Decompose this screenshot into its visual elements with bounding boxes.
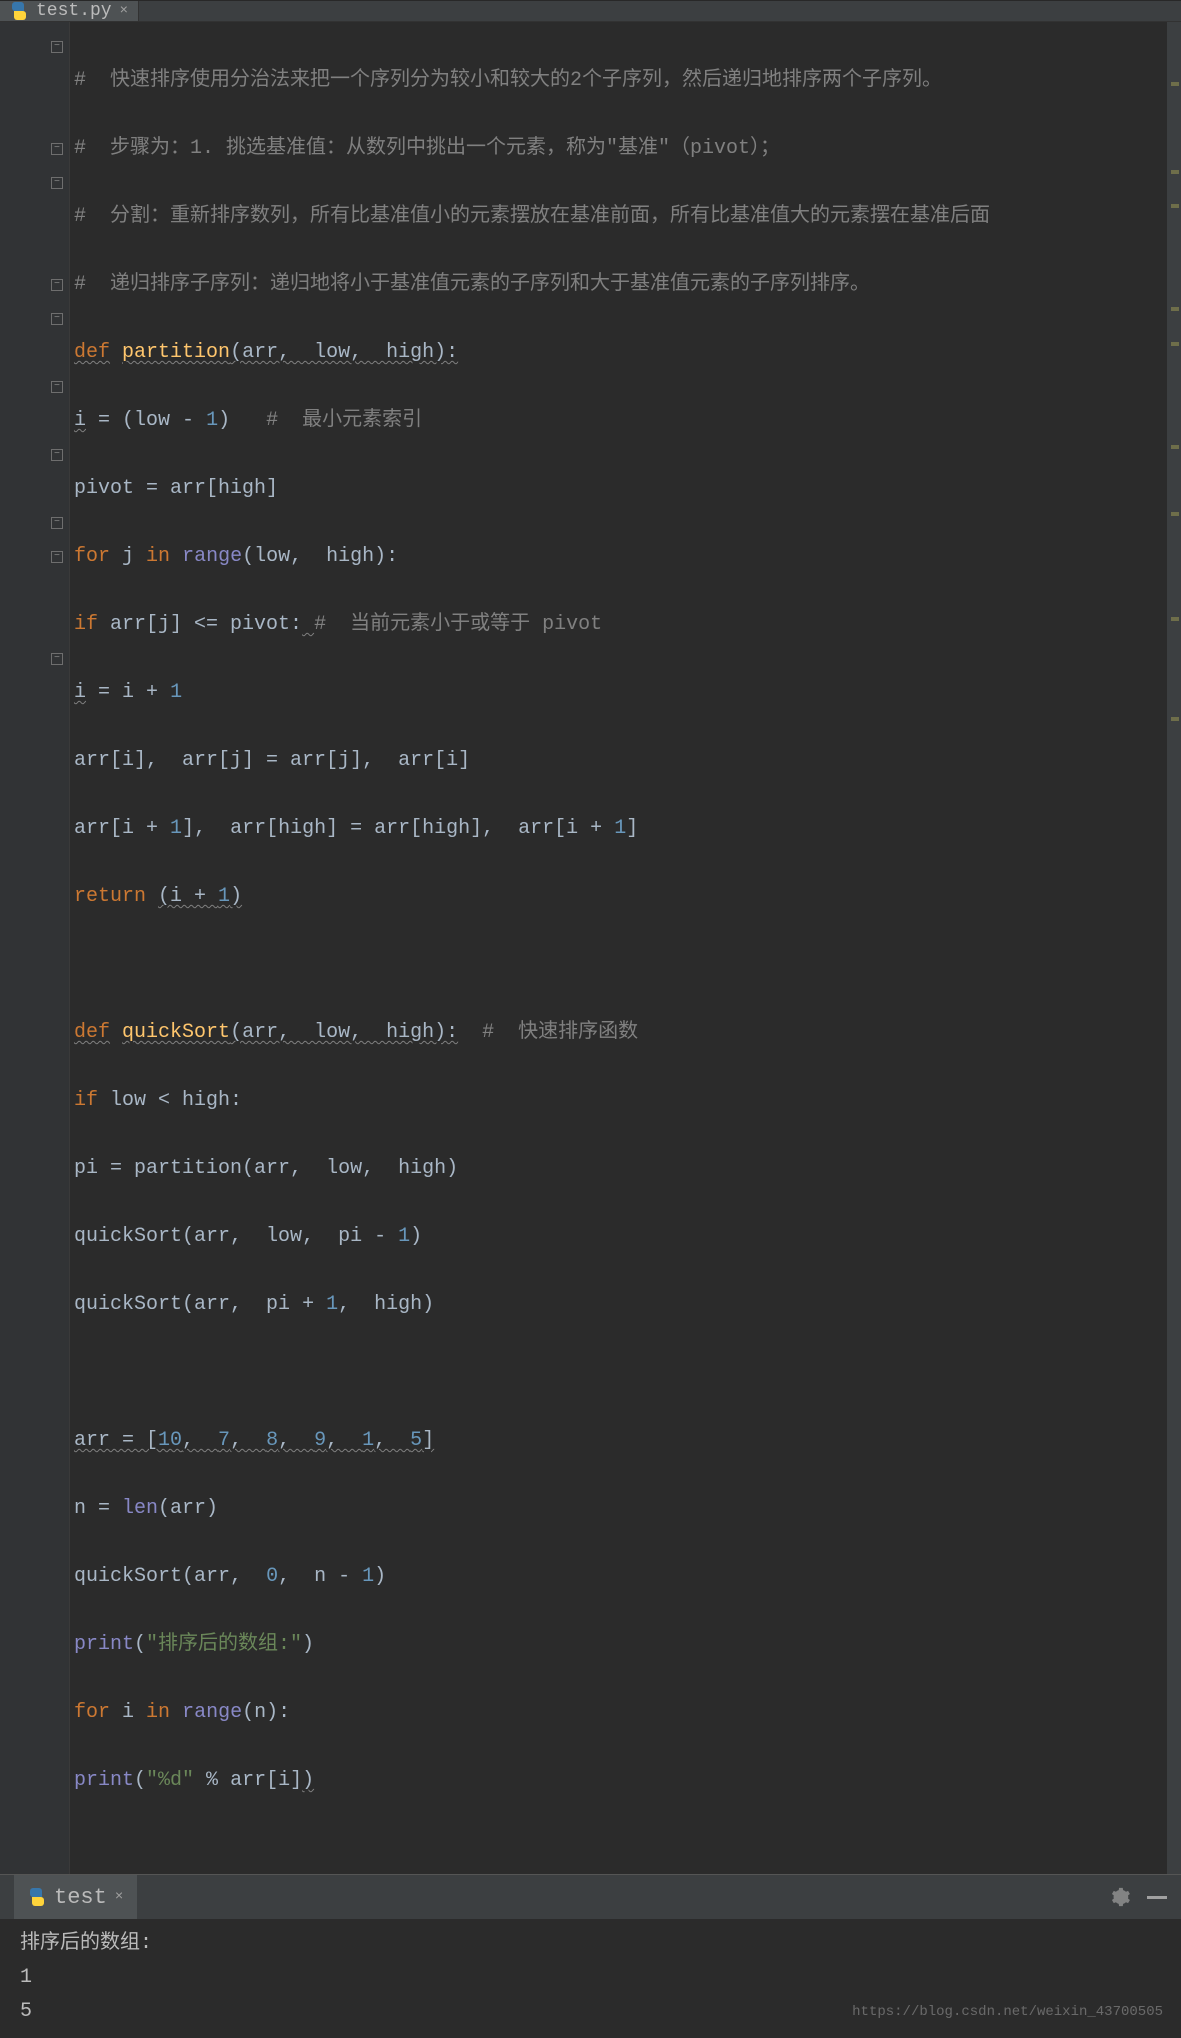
console-tab-test[interactable]: test ×	[14, 1875, 137, 1919]
fold-icon[interactable]: −	[51, 279, 63, 291]
tab-filename: test.py	[36, 1, 112, 21]
fold-icon[interactable]: −	[51, 517, 63, 529]
watermark: https://blog.csdn.net/weixin_43700505	[852, 1995, 1163, 2029]
close-console-tab-icon[interactable]: ×	[115, 1889, 123, 1905]
console-output[interactable]: 排序后的数组: 1 5 https://blog.csdn.net/weixin…	[0, 1919, 1181, 2037]
close-tab-icon[interactable]: ×	[120, 3, 128, 19]
editor-tab-testpy[interactable]: test.py ×	[0, 1, 139, 21]
comment-line: # 递归排序子序列：递归地将小于基准值元素的子序列和大于基准值元素的子序列排序。	[74, 268, 870, 302]
comment-line: # 步骤为：1. 挑选基准值：从数列中挑出一个元素，称为"基准"（pivot）；	[74, 132, 780, 166]
gutter: − − − − − − − − − −	[0, 22, 70, 1874]
editor-tab-bar: test.py ×	[0, 1, 1181, 22]
fold-icon[interactable]: −	[51, 381, 63, 393]
console-tab-label: test	[54, 1885, 107, 1910]
fold-icon[interactable]: −	[51, 313, 63, 325]
console-tab-bar: test ×	[0, 1875, 1181, 1919]
fold-icon[interactable]: −	[51, 449, 63, 461]
settings-icon[interactable]	[1109, 1886, 1131, 1908]
output-line: 排序后的数组:	[20, 1927, 1161, 1961]
fold-icon[interactable]: −	[51, 143, 63, 155]
comment-line: # 分割：重新排序数列，所有比基准值小的元素摆放在基准前面，所有比基准值大的元素…	[74, 200, 990, 234]
fold-icon[interactable]: −	[51, 551, 63, 563]
fold-icon[interactable]: −	[51, 653, 63, 665]
fold-icon[interactable]: −	[51, 177, 63, 189]
code-editor[interactable]: − − − − − − − − − − # 快速排序使用分治法来把一个序列分为较…	[0, 22, 1181, 1874]
output-line: 1	[20, 1961, 1161, 1995]
minimize-icon[interactable]	[1147, 1896, 1167, 1899]
fold-icon[interactable]: −	[51, 41, 63, 53]
python-run-icon	[28, 1888, 46, 1906]
editor-scrollbar[interactable]	[1167, 22, 1181, 1874]
python-file-icon	[10, 2, 28, 20]
run-tool-window: test × 排序后的数组: 1 5 https://blog.csdn.net…	[0, 1874, 1181, 2037]
comment-line: # 快速排序使用分治法来把一个序列分为较小和较大的2个子序列，然后递归地排序两个…	[74, 64, 942, 98]
code-area[interactable]: # 快速排序使用分治法来把一个序列分为较小和较大的2个子序列，然后递归地排序两个…	[70, 22, 1181, 1874]
